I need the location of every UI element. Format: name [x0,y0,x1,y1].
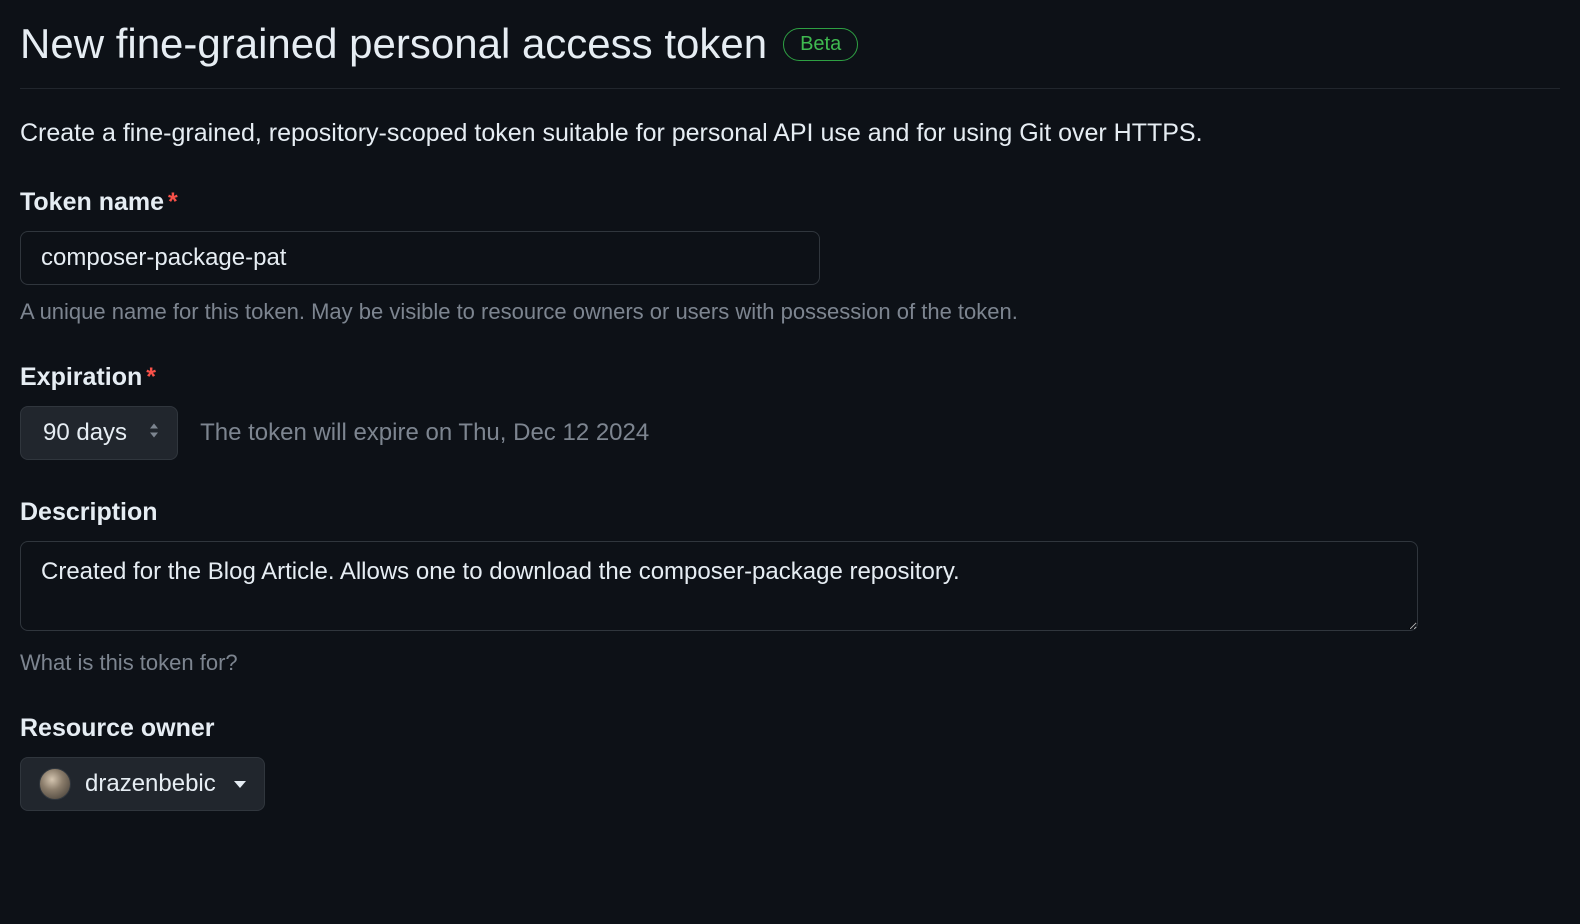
expiration-info-text: The token will expire on Thu, Dec 12 202… [200,419,649,447]
intro-description: Create a fine-grained, repository-scoped… [20,119,1560,148]
expiration-group: Expiration* 90 days The token will expir… [20,363,1560,460]
required-asterisk-icon: * [146,363,156,391]
resource-owner-select[interactable]: drazenbebic [20,757,265,811]
expiration-row: 90 days The token will expire on Thu, De… [20,406,1560,460]
token-name-help: A unique name for this token. May be vis… [20,299,1560,325]
token-name-label: Token name* [20,188,1560,217]
expiration-selected-value: 90 days [43,419,127,447]
required-asterisk-icon: * [168,188,178,216]
description-label: Description [20,498,1560,527]
beta-badge: Beta [783,28,858,61]
description-help: What is this token for? [20,650,1560,676]
resource-owner-selected-value: drazenbebic [85,770,216,798]
expiration-label: Expiration* [20,363,1560,392]
caret-down-icon [234,781,246,788]
token-name-group: Token name* A unique name for this token… [20,188,1560,325]
avatar-icon [39,768,71,800]
token-name-input[interactable] [20,231,820,285]
expiration-select-wrapper: 90 days [20,406,178,460]
page-header: New fine-grained personal access token B… [20,20,1560,89]
resource-owner-group: Resource owner drazenbebic [20,714,1560,811]
token-name-label-text: Token name [20,188,164,216]
description-textarea[interactable] [20,541,1418,631]
page-title: New fine-grained personal access token [20,20,767,68]
resource-owner-label: Resource owner [20,714,1560,743]
expiration-label-text: Expiration [20,363,142,391]
expiration-select[interactable]: 90 days [20,406,178,460]
description-group: Description What is this token for? [20,498,1560,676]
